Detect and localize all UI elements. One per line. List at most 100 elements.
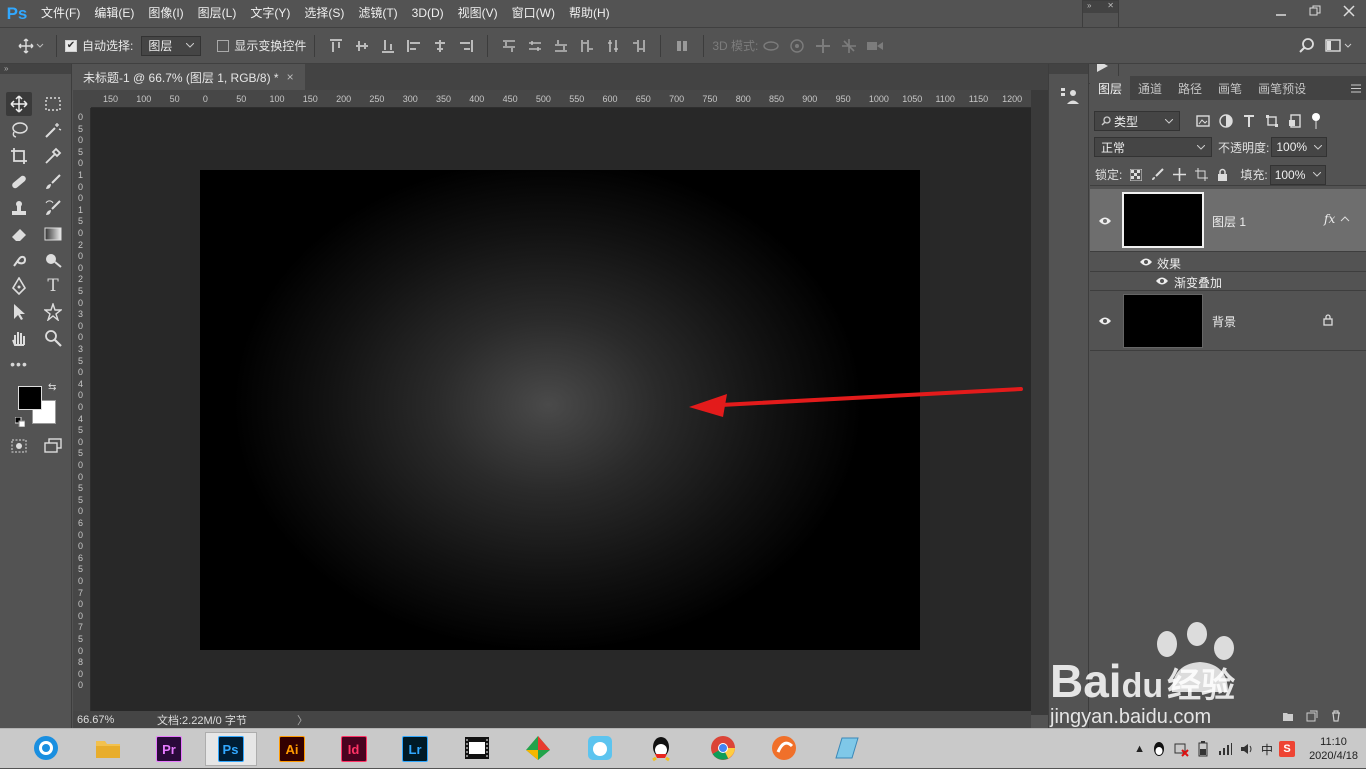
taskbar-app-video-editor[interactable] xyxy=(451,732,503,766)
eyedropper-tool[interactable] xyxy=(40,144,66,168)
auto-select-checkbox[interactable]: ✔ xyxy=(65,39,77,52)
tab-brush-presets[interactable]: 画笔预设 xyxy=(1250,76,1314,100)
taskbar-app-app-orange[interactable] xyxy=(758,732,810,766)
menu-type[interactable]: 文字(Y) xyxy=(243,0,297,27)
taskbar-app-premiere[interactable]: Pr xyxy=(143,732,195,766)
menu-filter[interactable]: 滤镜(T) xyxy=(351,0,404,27)
blend-mode-dropdown[interactable]: 正常 xyxy=(1094,137,1212,157)
menu-layer[interactable]: 图层(L) xyxy=(191,0,244,27)
clone-stamp-tool[interactable] xyxy=(6,196,32,220)
distribute-hcenter-button[interactable] xyxy=(600,33,626,59)
taskbar-app-photoshop[interactable]: Ps xyxy=(204,732,257,766)
speaker-icon[interactable] xyxy=(1239,741,1255,757)
shape-tool[interactable] xyxy=(40,300,66,324)
brush-tool[interactable] xyxy=(40,170,66,194)
hand-tool[interactable] xyxy=(6,326,32,350)
filter-pixel-icon[interactable] xyxy=(1196,115,1210,127)
filter-kind-dropdown[interactable]: 类型 xyxy=(1094,111,1180,131)
3d-slide-button[interactable] xyxy=(836,33,862,59)
chevron-up-icon[interactable] xyxy=(1340,214,1350,222)
tab-paths[interactable]: 路径 xyxy=(1170,76,1210,100)
visibility-eye-icon[interactable] xyxy=(1155,276,1169,286)
layer-thumbnail[interactable] xyxy=(1122,192,1204,248)
visibility-eye-icon[interactable] xyxy=(1139,257,1153,267)
distribute-vcenter-button[interactable] xyxy=(522,33,548,59)
menu-edit[interactable]: 编辑(E) xyxy=(87,0,141,27)
healing-brush-tool[interactable] xyxy=(6,170,32,194)
layer-row-background[interactable]: 背景 xyxy=(1090,290,1366,351)
distribute-top-button[interactable] xyxy=(496,33,522,59)
move-tool-preset-picker[interactable] xyxy=(14,33,48,59)
taskbar-app-indesign[interactable]: Id xyxy=(328,732,380,766)
minimize-button[interactable] xyxy=(1264,0,1298,22)
effect-gradient-overlay-row[interactable]: 渐变叠加 xyxy=(1090,272,1366,291)
show-transform-checkbox[interactable] xyxy=(217,39,230,52)
3d-pan-button[interactable] xyxy=(810,33,836,59)
layer-thumbnail[interactable] xyxy=(1123,294,1203,348)
tools-collapse-icon[interactable]: » xyxy=(0,64,71,74)
lock-image-pixels-icon[interactable] xyxy=(1151,168,1165,181)
swap-colors-icon[interactable]: ⇆ xyxy=(48,382,56,393)
visibility-eye-icon[interactable] xyxy=(1098,316,1112,326)
lock-artboard-icon[interactable] xyxy=(1195,168,1209,181)
workspace-switcher[interactable] xyxy=(1320,33,1360,59)
zoom-tool[interactable] xyxy=(40,326,66,350)
lock-transparent-pixels-icon[interactable] xyxy=(1130,168,1143,181)
sogou-ime-icon[interactable]: S xyxy=(1279,741,1296,757)
screen-mode-button[interactable] xyxy=(40,434,66,458)
menu-view[interactable]: 视图(V) xyxy=(451,0,505,27)
fx-badge[interactable]: fx xyxy=(1324,212,1335,226)
filter-toggle-icon[interactable] xyxy=(1311,112,1321,130)
crop-tool[interactable] xyxy=(6,144,32,168)
filter-type-icon[interactable] xyxy=(1242,114,1256,128)
align-right-button[interactable] xyxy=(453,33,479,59)
search-button[interactable] xyxy=(1294,33,1320,59)
distribute-right-button[interactable] xyxy=(626,33,652,59)
filter-smart-object-icon[interactable] xyxy=(1288,114,1302,128)
document-tab[interactable]: 未标题-1 @ 66.7% (图层 1, RGB/8) * × xyxy=(73,64,305,90)
layer-name[interactable]: 图层 1 xyxy=(1212,213,1246,230)
restore-button[interactable] xyxy=(1298,0,1332,22)
qq-tray-icon[interactable] xyxy=(1151,741,1167,757)
menu-select[interactable]: 选择(S) xyxy=(297,0,351,27)
menu-image[interactable]: 图像(I) xyxy=(141,0,190,27)
taskbar-app-qq[interactable] xyxy=(635,732,687,766)
menu-file[interactable]: 文件(F) xyxy=(34,0,87,27)
distribute-left-button[interactable] xyxy=(574,33,600,59)
edit-toolbar-button[interactable]: ••• xyxy=(6,352,32,376)
filter-shape-icon[interactable] xyxy=(1265,114,1279,128)
gradient-tool[interactable] xyxy=(40,222,66,246)
distribute-bottom-button[interactable] xyxy=(548,33,574,59)
effects-row[interactable]: 效果 xyxy=(1090,252,1366,272)
auto-select-option[interactable]: ✔ 自动选择: xyxy=(65,37,133,54)
default-colors-icon[interactable] xyxy=(14,416,26,428)
opacity-field[interactable]: 100% xyxy=(1271,137,1328,157)
close-tab-icon[interactable]: × xyxy=(287,70,294,84)
blur-tool[interactable] xyxy=(6,248,32,272)
clock[interactable]: 11:10 2020/4/18 xyxy=(1309,735,1358,763)
lock-position-icon[interactable] xyxy=(1173,168,1187,181)
align-hcenter-button[interactable] xyxy=(427,33,453,59)
3d-roll-button[interactable] xyxy=(784,33,810,59)
dodge-tool[interactable] xyxy=(40,248,66,272)
align-left-button[interactable] xyxy=(401,33,427,59)
layer-row-layer-1[interactable]: 图层 1 fx xyxy=(1090,189,1366,252)
panel-menu-button[interactable] xyxy=(1346,76,1366,100)
collapse-icon[interactable]: » xyxy=(1087,1,1091,13)
move-tool[interactable] xyxy=(6,92,32,116)
vertical-ruler[interactable]: 0505010015020025030035040045050055060065… xyxy=(73,108,91,711)
properties-panel-button[interactable] xyxy=(1060,86,1080,109)
close-icon[interactable]: ✕ xyxy=(1107,1,1114,13)
taskbar-app-browser-360[interactable] xyxy=(20,732,72,766)
taskbar-app-illustrator[interactable]: Ai xyxy=(266,732,318,766)
fill-field[interactable]: 100% xyxy=(1269,164,1326,185)
status-menu-arrow[interactable]: 〉 xyxy=(297,712,308,728)
tab-layers[interactable]: 图层 xyxy=(1090,76,1131,100)
tab-brushes[interactable]: 画笔 xyxy=(1210,76,1250,100)
eraser-tool[interactable] xyxy=(6,222,32,246)
show-transform-option[interactable]: 显示变换控件 xyxy=(217,37,306,54)
menu-help[interactable]: 帮助(H) xyxy=(562,0,617,27)
align-bottom-button[interactable] xyxy=(375,33,401,59)
3d-orbit-button[interactable] xyxy=(758,33,784,59)
tray-expand-icon[interactable]: ▲ xyxy=(1134,743,1145,755)
